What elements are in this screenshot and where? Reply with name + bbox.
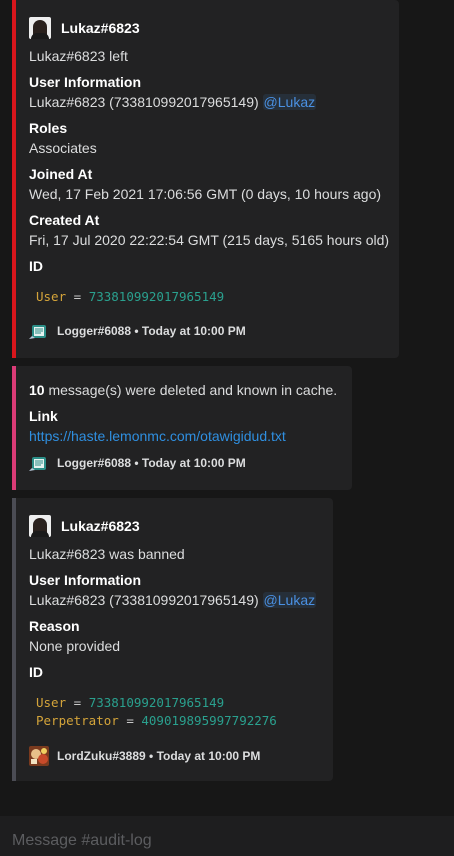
embed-description: Lukaz#6823 left xyxy=(29,48,128,64)
embed-description: 10 message(s) were deleted and known in … xyxy=(29,381,337,399)
field-name-reason: Reason xyxy=(29,618,80,634)
embed-footer: LordZuku#3889 • Today at 10:00 PM xyxy=(29,746,260,766)
user-info-text: Lukaz#6823 (733810992017965149) xyxy=(29,94,263,110)
code-equals: = xyxy=(66,289,89,304)
field-value-reason: None provided xyxy=(29,638,121,654)
code-key-perpetrator: Perpetrator xyxy=(36,713,119,728)
message-input-placeholder[interactable]: Message #audit-log xyxy=(12,832,152,850)
field-name-user-information: User Information xyxy=(29,572,142,588)
code-line-user: User = 733810992017965149 xyxy=(36,694,277,712)
code-value-user: 733810992017965149 xyxy=(88,289,225,304)
code-key-user: User xyxy=(36,289,67,304)
footer-text: Logger#6088 • Today at 10:00 PM xyxy=(57,456,246,470)
user-info-text: Lukaz#6823 (733810992017965149) xyxy=(29,592,263,608)
code-value-perpetrator: 409019895997792276 xyxy=(141,713,277,728)
field-value-created-at: Fri, 17 Jul 2020 22:22:54 GMT (215 days,… xyxy=(29,232,390,248)
lordzuku-avatar-icon xyxy=(29,746,49,766)
embed-messages-deleted: 10 message(s) were deleted and known in … xyxy=(12,366,352,490)
author-name[interactable]: Lukaz#6823 xyxy=(61,518,140,534)
deleted-text: message(s) were deleted and known in cac… xyxy=(44,382,338,398)
deleted-count: 10 xyxy=(29,382,45,398)
code-equals: = xyxy=(66,695,89,710)
id-code-block: User = 733810992017965149 xyxy=(29,288,224,306)
field-value-joined-at: Wed, 17 Feb 2021 17:06:56 GMT (0 days, 1… xyxy=(29,186,382,202)
user-mention[interactable]: @Lukaz xyxy=(262,592,317,608)
field-value-roles: Associates xyxy=(29,140,97,156)
footer-text: Logger#6088 • Today at 10:00 PM xyxy=(57,324,246,338)
avatar-icon[interactable] xyxy=(29,17,51,39)
embed-author[interactable]: Lukaz#6823 xyxy=(29,514,140,538)
embed-member-banned: Lukaz#6823 Lukaz#6823 was banned User In… xyxy=(12,498,333,781)
field-name-roles: Roles xyxy=(29,120,68,136)
haste-link[interactable]: https://haste.lemonmc.com/otawigidud.txt xyxy=(29,427,286,445)
embed-footer: Logger#6088 • Today at 10:00 PM xyxy=(29,322,246,340)
user-mention[interactable]: @Lukaz xyxy=(262,94,317,110)
author-name[interactable]: Lukaz#6823 xyxy=(61,20,140,36)
code-value-user: 733810992017965149 xyxy=(88,695,225,710)
embed-description: Lukaz#6823 was banned xyxy=(29,546,185,562)
embed-author[interactable]: Lukaz#6823 xyxy=(29,16,140,40)
field-name-link: Link xyxy=(29,408,58,424)
message-input-bar[interactable]: Message #audit-log xyxy=(0,816,454,856)
field-name-id: ID xyxy=(29,664,43,680)
embed-footer: Logger#6088 • Today at 10:00 PM xyxy=(29,454,246,472)
code-line-perpetrator: Perpetrator = 409019895997792276 xyxy=(36,712,277,730)
code-key-user: User xyxy=(36,695,67,710)
field-name-id: ID xyxy=(29,258,43,274)
field-name-user-information: User Information xyxy=(29,74,142,90)
field-value-user-information: Lukaz#6823 (733810992017965149) @Lukaz xyxy=(29,591,317,609)
logger-bot-icon xyxy=(29,325,46,339)
field-name-joined-at: Joined At xyxy=(29,166,93,182)
field-name-created-at: Created At xyxy=(29,212,100,228)
logger-bot-icon xyxy=(29,457,46,471)
id-code-block: User = 733810992017965149 Perpetrator = … xyxy=(29,694,277,730)
embed-member-left: Lukaz#6823 Lukaz#6823 left User Informat… xyxy=(12,0,399,358)
footer-text: LordZuku#3889 • Today at 10:00 PM xyxy=(57,749,261,763)
avatar-icon[interactable] xyxy=(29,515,51,537)
field-value-user-information: Lukaz#6823 (733810992017965149) @Lukaz xyxy=(29,93,317,111)
code-equals: = xyxy=(118,713,142,728)
